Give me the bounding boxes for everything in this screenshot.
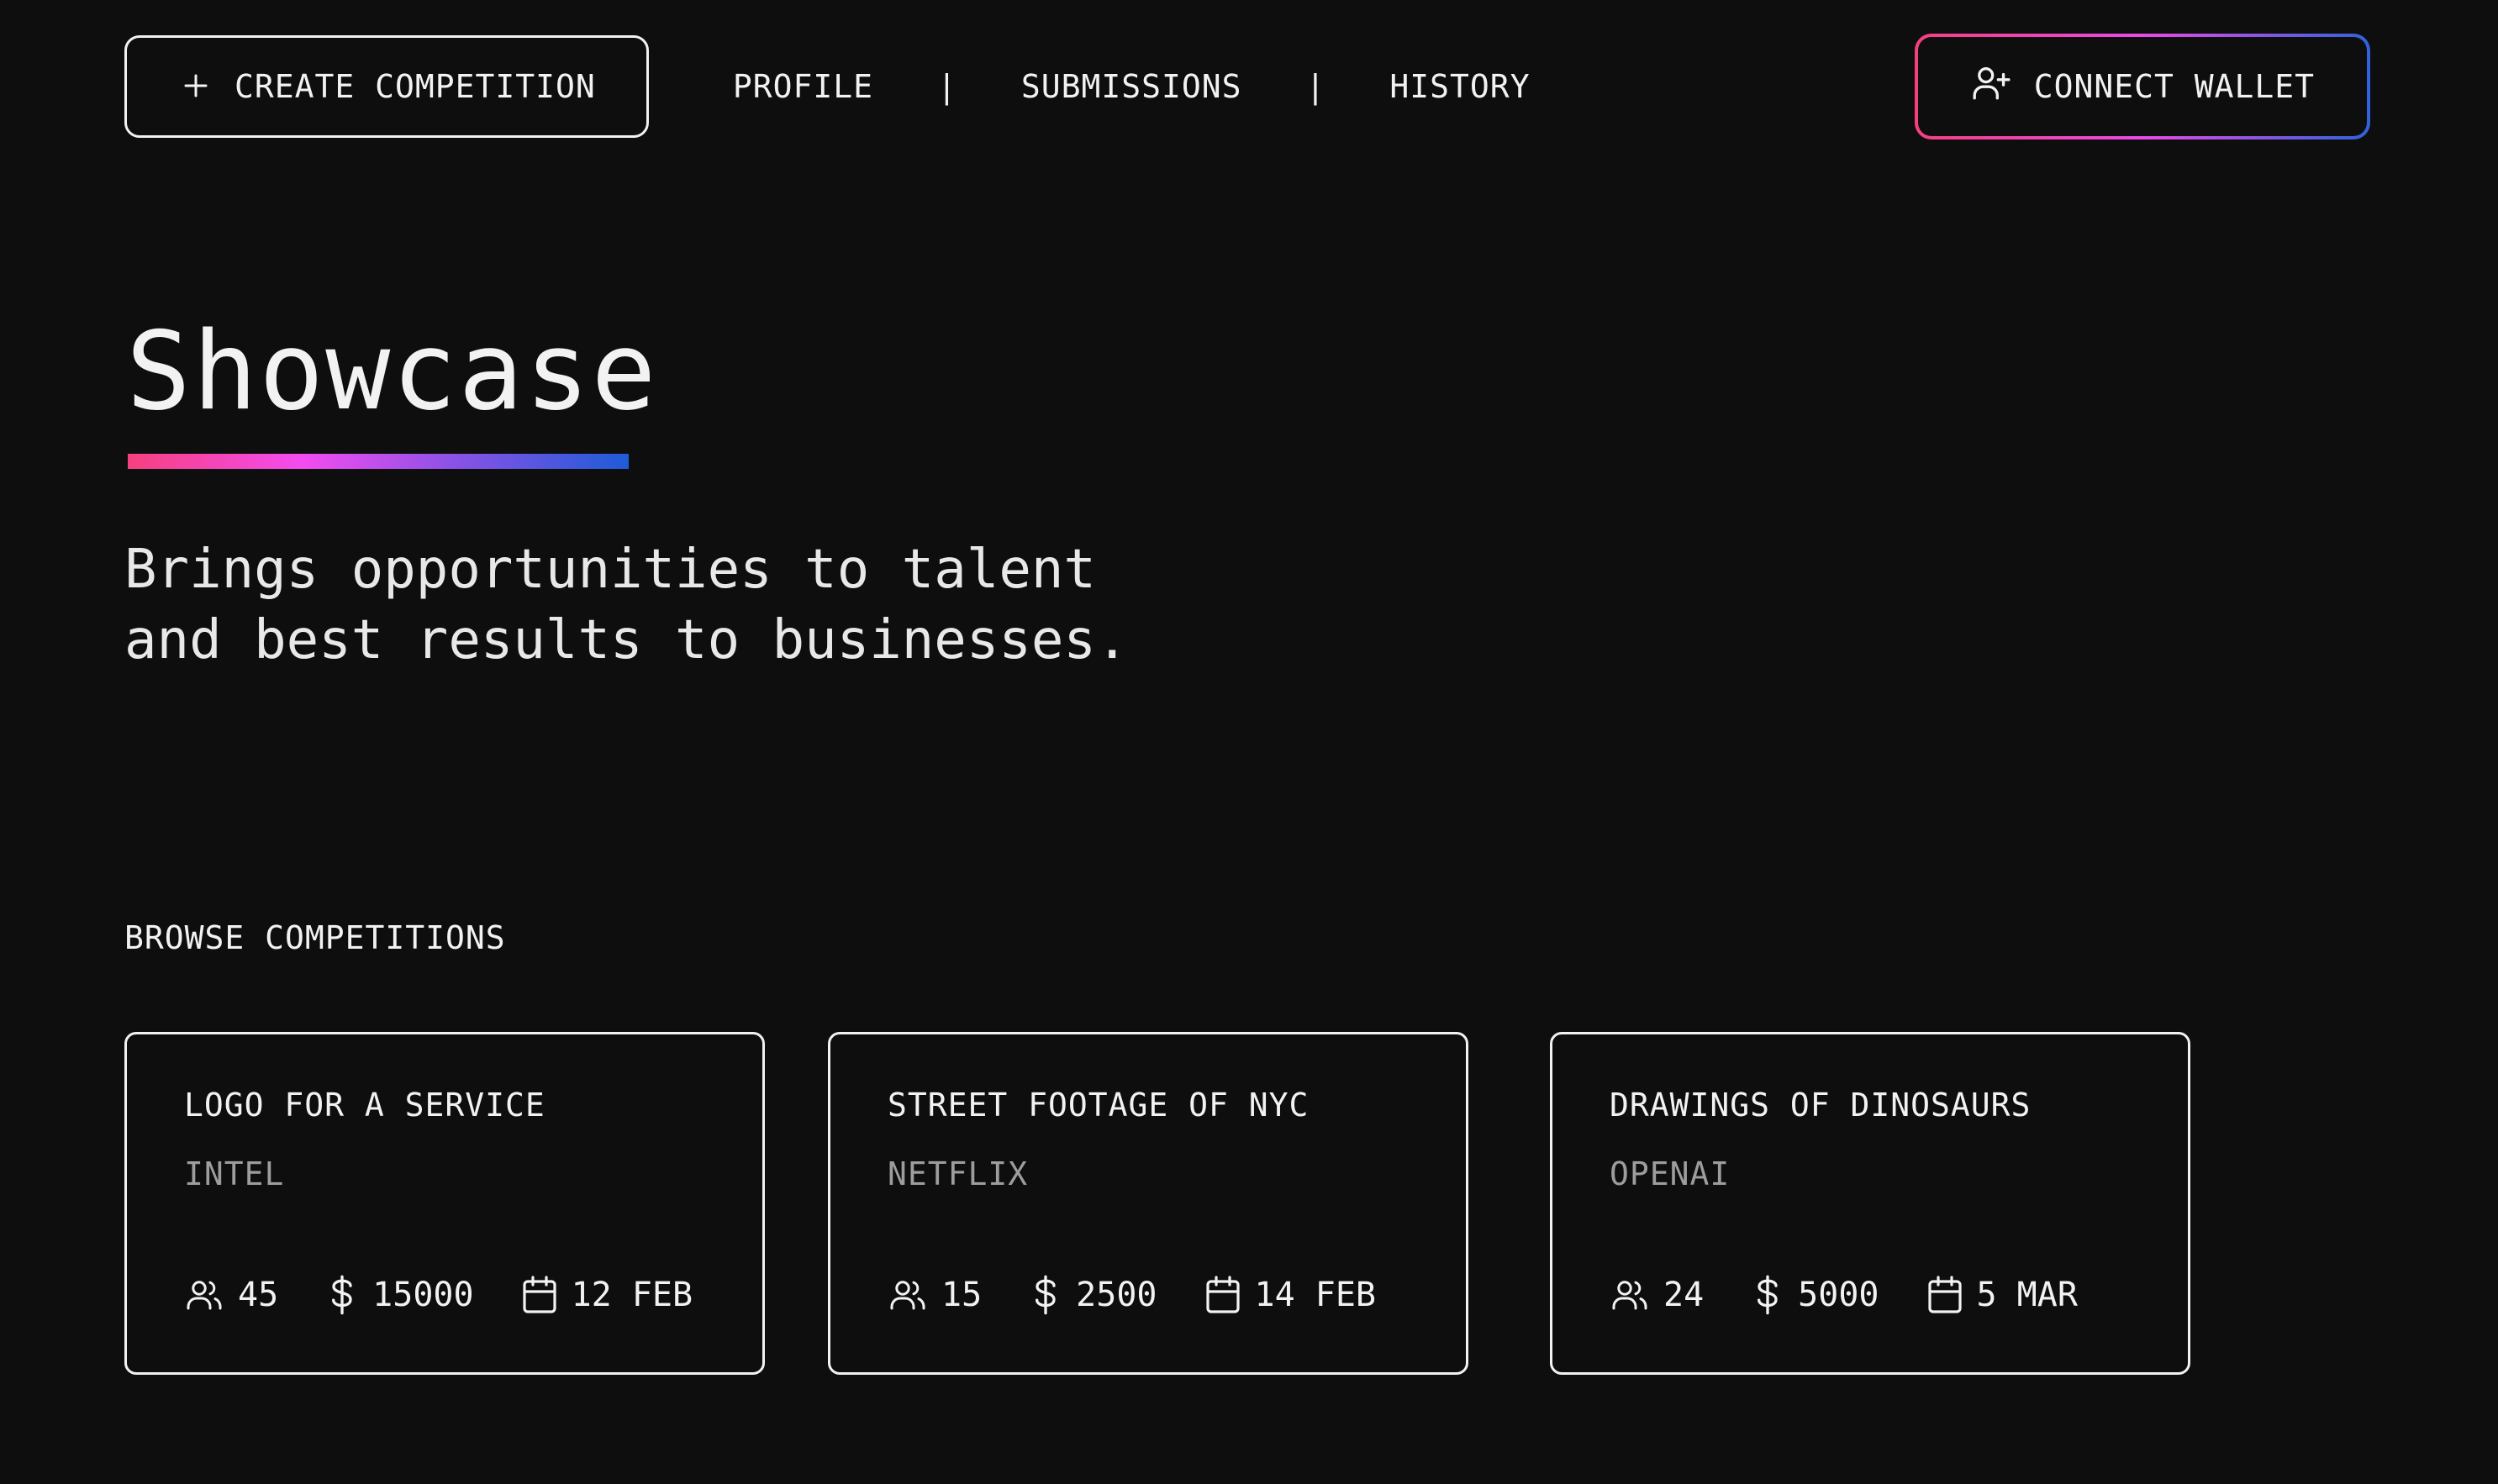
title-gradient-underline [128,454,629,469]
reward-value: 5000 [1798,1276,1879,1314]
page-title: Showcase [126,309,658,434]
calendar-icon [521,1275,558,1315]
create-competition-button[interactable]: CREATE COMPETITION [124,35,649,138]
browse-competitions-heading: BROWSE COMPETITIONS [124,919,506,956]
participants-count: 45 [184,1275,278,1315]
reward-value: 2500 [1076,1276,1157,1314]
competition-meta: 15 2500 14 FEB [888,1273,1415,1317]
participants-value: 24 [1663,1276,1705,1314]
reward-amount: 5000 [1751,1273,1879,1317]
competition-title: STREET FOOTAGE OF NYC [888,1087,1310,1124]
date-value: 5 MAR [1976,1276,2078,1314]
connect-wallet-button[interactable]: CONNECT WALLET [1915,34,2370,139]
create-competition-label: CREATE COMPETITION [235,68,596,105]
hero-subtitle-line: and best results to businesses. [124,609,1129,671]
competition-title: DRAWINGS OF DINOSAURS [1610,1087,2032,1124]
nav-link-submissions[interactable]: SUBMISSIONS [1021,68,1242,105]
reward-amount: 2500 [1029,1273,1157,1317]
top-nav: CREATE COMPETITION PROFILE | SUBMISSIONS… [124,34,2370,139]
deadline-date: 12 FEB [521,1275,693,1315]
dollar-icon [1029,1273,1062,1317]
deadline-date: 5 MAR [1926,1275,2078,1315]
competition-company: NETFLIX [888,1155,1029,1192]
users-icon [184,1275,224,1315]
competition-card[interactable]: LOGO FOR A SERVICE INTEL 45 15000 12 FEB [124,1032,765,1375]
competition-meta: 45 15000 12 FEB [184,1273,712,1317]
calendar-icon [1926,1275,1963,1315]
reward-amount: 15000 [325,1273,474,1317]
hero-subtitle: Brings opportunities to talent and best … [124,534,1385,676]
users-icon [1610,1275,1650,1315]
participants-count: 24 [1610,1275,1704,1315]
dollar-icon [325,1273,359,1317]
deadline-date: 14 FEB [1204,1275,1377,1315]
competition-title: LOGO FOR A SERVICE [184,1087,545,1124]
competition-company: OPENAI [1610,1155,1731,1192]
users-icon [888,1275,928,1315]
participants-count: 15 [888,1275,982,1315]
dollar-icon [1751,1273,1784,1317]
competition-meta: 24 5000 5 MAR [1610,1273,2137,1317]
reward-value: 15000 [372,1276,474,1314]
nav-link-profile[interactable]: PROFILE [733,68,873,105]
nav-link-history[interactable]: HISTORY [1389,68,1530,105]
plus-icon [181,65,211,108]
participants-value: 45 [238,1276,279,1314]
user-plus-icon [1970,62,2012,112]
connect-wallet-label: CONNECT WALLET [2033,68,2315,105]
nav-links: PROFILE | SUBMISSIONS | HISTORY [733,68,1531,105]
competition-company: INTEL [184,1155,285,1192]
competition-card[interactable]: STREET FOOTAGE OF NYC NETFLIX 15 2500 14… [828,1032,1468,1375]
calendar-icon [1204,1275,1241,1315]
date-value: 12 FEB [571,1276,693,1314]
participants-value: 15 [941,1276,983,1314]
nav-separator: | [936,68,957,105]
competition-card[interactable]: DRAWINGS OF DINOSAURS OPENAI 24 5000 5 M… [1550,1032,2190,1375]
hero-subtitle-line: Brings opportunities to talent [124,539,1096,601]
date-value: 14 FEB [1254,1276,1377,1314]
nav-separator: | [1305,68,1326,105]
page: CREATE COMPETITION PROFILE | SUBMISSIONS… [0,0,2498,1484]
